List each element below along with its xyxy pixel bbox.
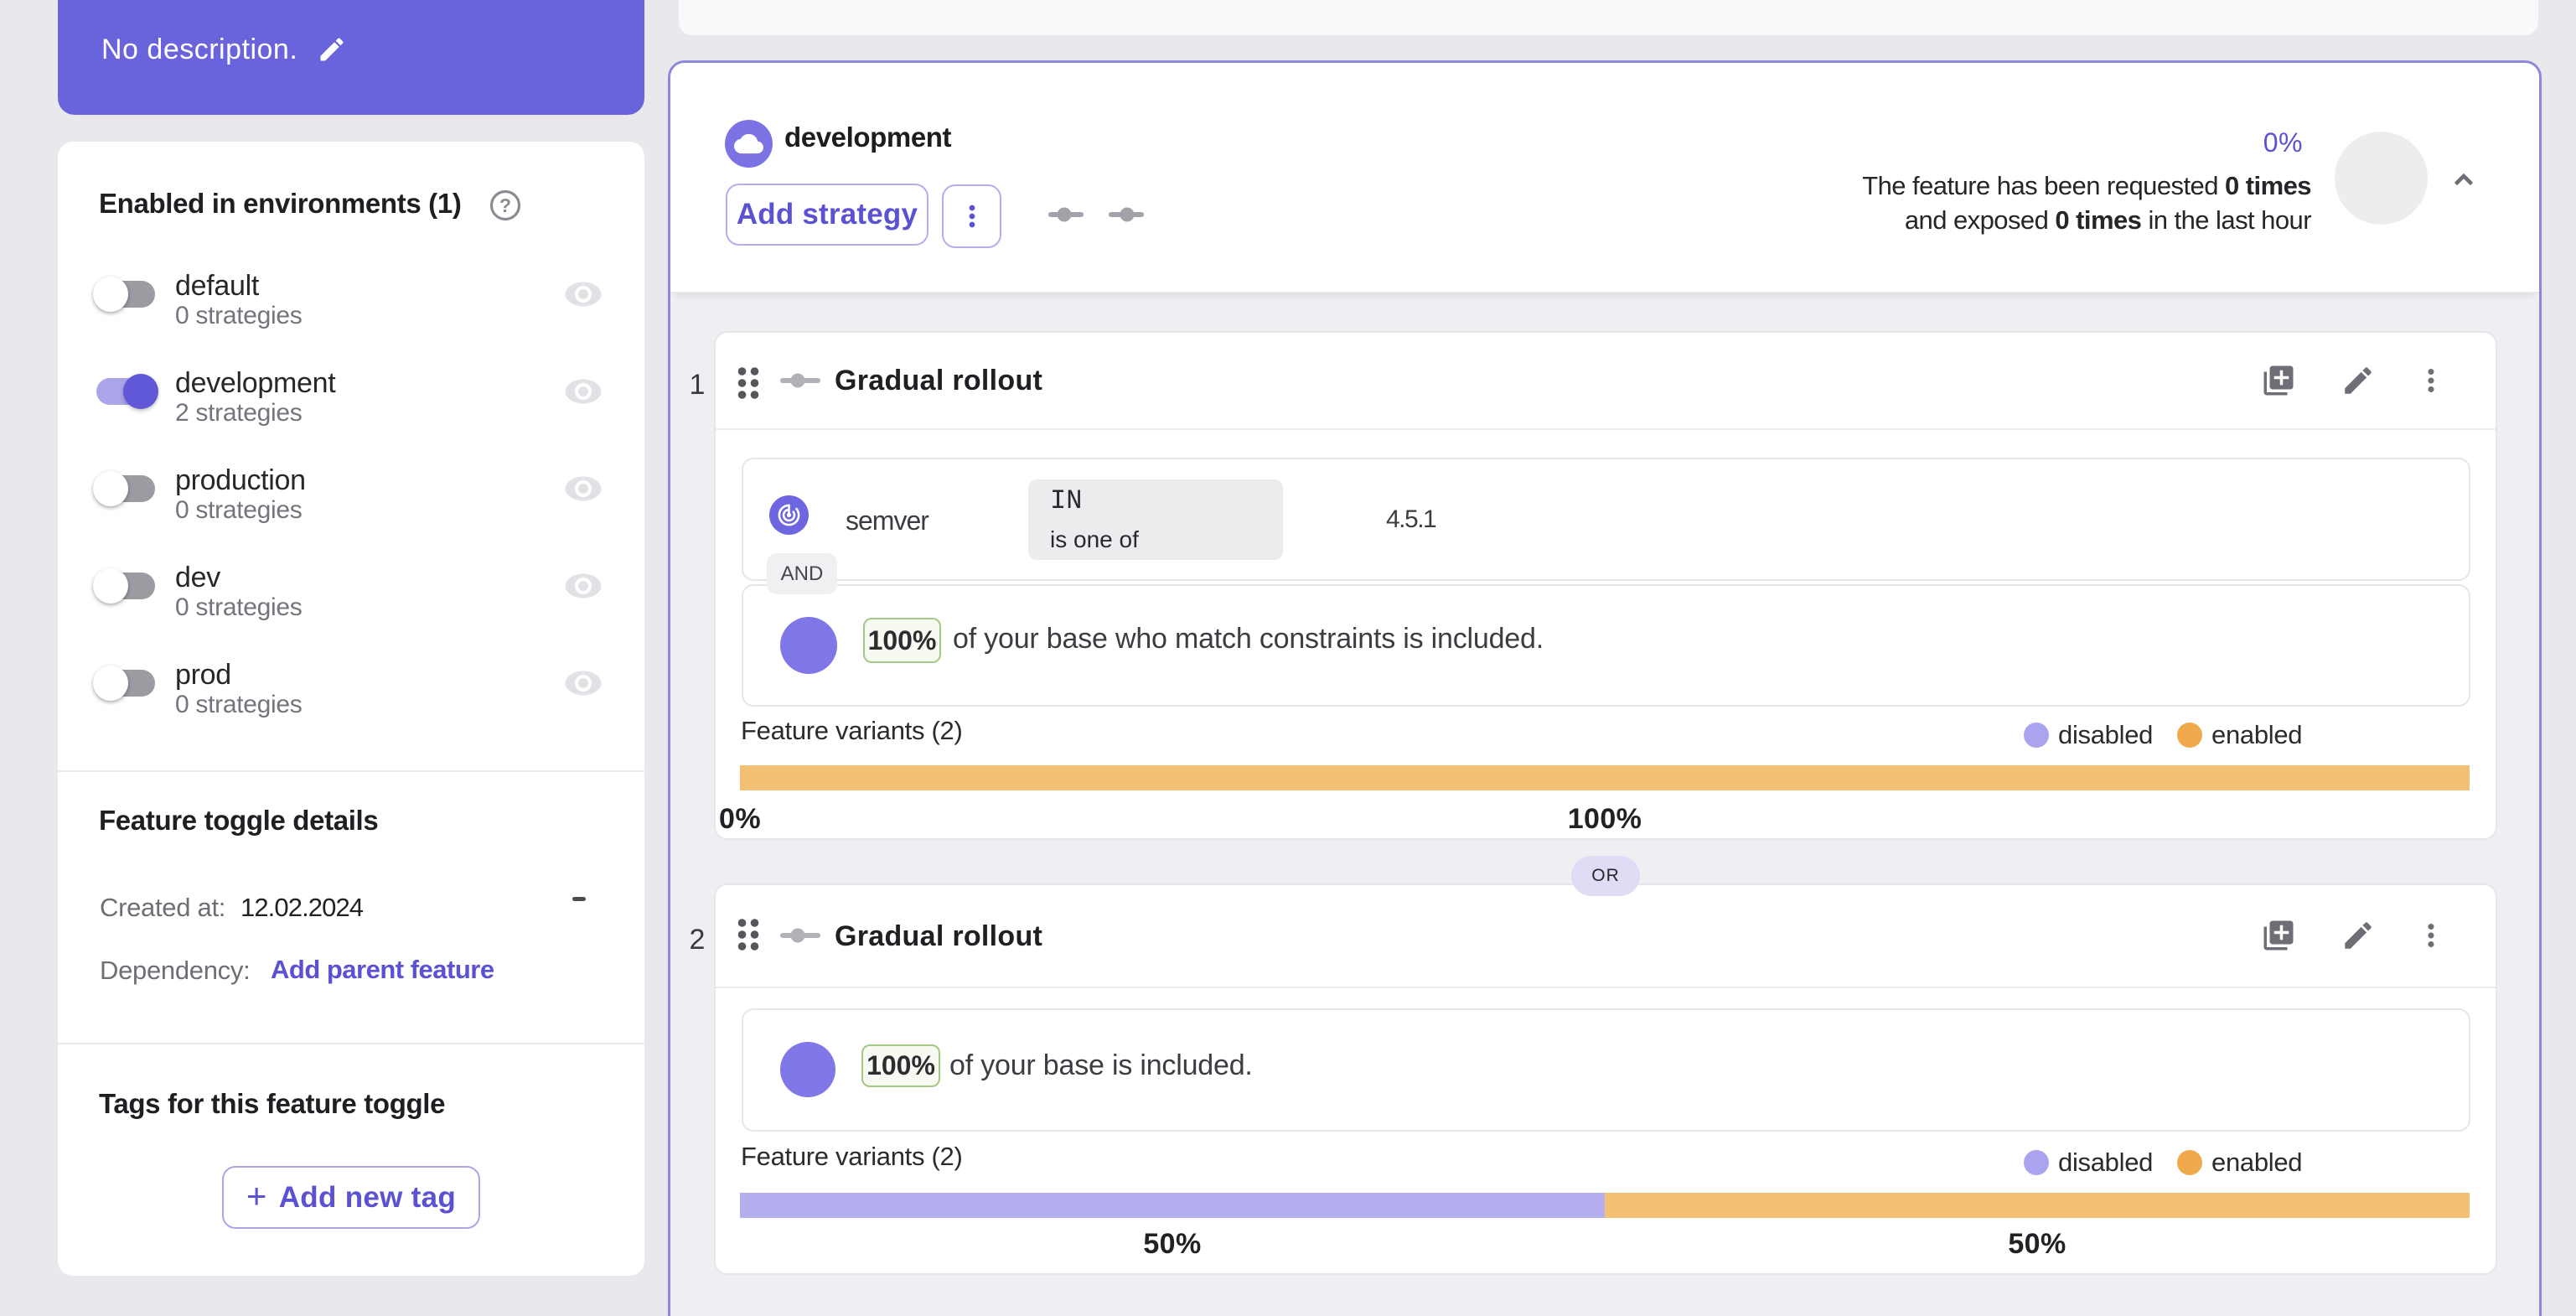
svg-text:?: ? (499, 194, 511, 216)
